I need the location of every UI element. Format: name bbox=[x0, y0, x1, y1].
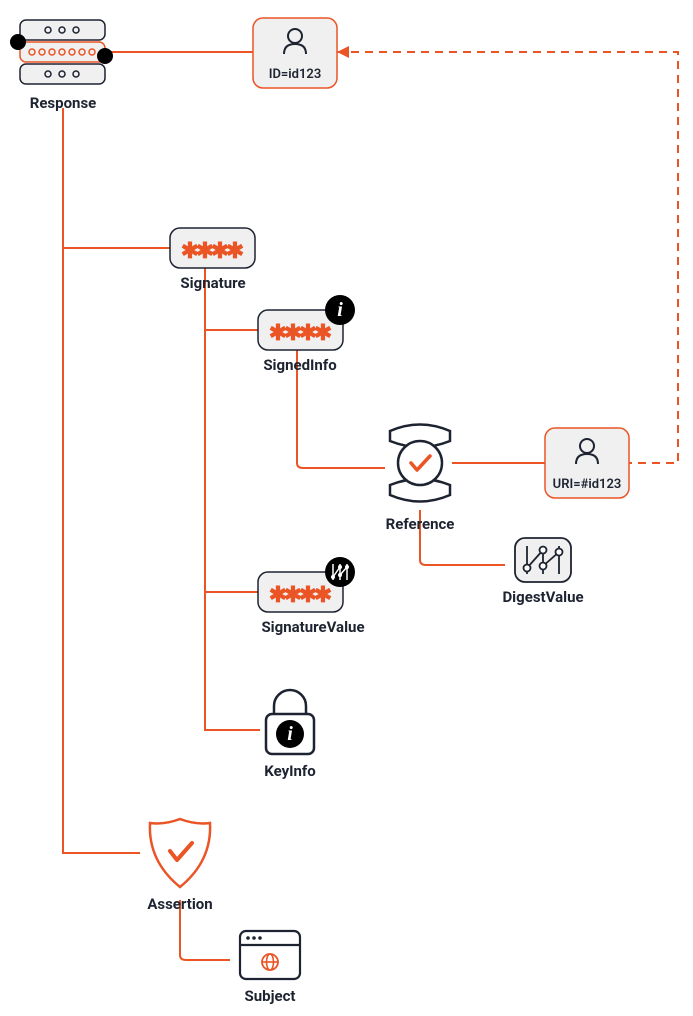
label-uri: URI=#id123 bbox=[553, 477, 622, 492]
saml-diagram: Response ID=id123 ✱ ✱ ✱ ✱ Signature ✱ ✱ … bbox=[0, 0, 693, 1016]
label-signature: Signature bbox=[180, 274, 245, 292]
node-assertion: Assertion bbox=[147, 819, 212, 913]
node-keyinfo: i KeyInfo bbox=[264, 690, 316, 780]
svg-text:i: i bbox=[287, 723, 293, 745]
node-id: ID=id123 bbox=[253, 18, 337, 88]
arrowhead-id bbox=[337, 46, 349, 58]
edge-signature-keyinfo bbox=[205, 268, 260, 730]
node-response: Response bbox=[10, 20, 113, 112]
network-badge bbox=[325, 557, 355, 587]
node-subject: Subject bbox=[240, 931, 300, 1005]
node-signature: ✱ ✱ ✱ ✱ Signature bbox=[170, 228, 255, 292]
label-subject: Subject bbox=[245, 987, 296, 1005]
svg-text:✱: ✱ bbox=[314, 321, 332, 346]
edge-response-assertion bbox=[63, 108, 140, 853]
label-response: Response bbox=[30, 94, 97, 112]
label-assertion: Assertion bbox=[147, 895, 212, 913]
edge-signature-signaturevalue bbox=[205, 268, 260, 592]
node-digestvalue: DigestValue bbox=[502, 538, 583, 606]
node-reference: Reference bbox=[386, 425, 455, 534]
node-uri: URI=#id123 bbox=[545, 428, 629, 498]
edge-id-to-uri-dashed bbox=[337, 52, 678, 463]
label-signedinfo: SignedInfo bbox=[263, 356, 336, 374]
label-keyinfo: KeyInfo bbox=[264, 762, 316, 780]
node-signedinfo: ✱ ✱ ✱ ✱ i SignedInfo bbox=[258, 295, 355, 374]
svg-text:✱: ✱ bbox=[314, 583, 332, 608]
svg-text:✱: ✱ bbox=[226, 239, 244, 264]
node-signaturevalue: ✱ ✱ ✱ ✱ SignatureValue bbox=[258, 557, 365, 636]
label-digestvalue: DigestValue bbox=[502, 588, 583, 606]
svg-text:i: i bbox=[337, 299, 343, 321]
label-signaturevalue: SignatureValue bbox=[261, 618, 364, 636]
label-id: ID=id123 bbox=[269, 67, 322, 82]
label-reference: Reference bbox=[386, 515, 455, 533]
edge-response-signature bbox=[63, 108, 170, 248]
